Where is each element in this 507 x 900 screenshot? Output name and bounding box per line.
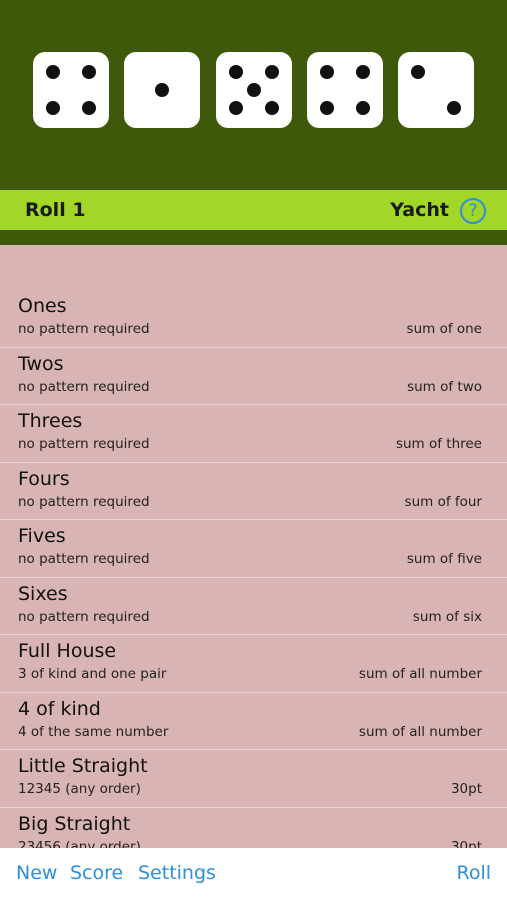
die-2[interactable]	[124, 52, 200, 128]
category-description: no pattern required	[18, 608, 150, 625]
category-name: Full House	[18, 640, 117, 662]
category-description: 23456 (any order)	[18, 838, 141, 849]
category-description: 3 of kind and one pair	[18, 666, 167, 682]
category-score-rule: 30pt	[450, 781, 482, 797]
die-pip	[319, 101, 334, 116]
score-row-fives[interactable]: Fives no pattern required sum of five	[0, 520, 507, 578]
die-pip	[82, 64, 97, 79]
category-description: no pattern required	[18, 378, 150, 395]
category-score-rule: sum of six	[412, 608, 482, 625]
settings-button[interactable]: Settings	[138, 862, 216, 884]
category-description: no pattern required	[18, 493, 150, 510]
score-category-list[interactable]: Ones no pattern required sum of one Twos no …	[0, 290, 507, 848]
die-pip	[265, 101, 280, 116]
category-name: 4 of kind	[18, 697, 101, 720]
score-row-fours[interactable]: Fours no pattern required sum of four	[0, 463, 507, 520]
score-row-threes[interactable]: Threes no pattern required sum of three	[0, 405, 507, 463]
score-row-ones[interactable]: Ones no pattern required sum of one	[0, 290, 507, 348]
die-pip	[356, 64, 371, 79]
die-3[interactable]	[216, 52, 292, 128]
category-name: Twos	[18, 352, 64, 375]
die-pip	[45, 101, 60, 116]
bottom-toolbar: New Score Settings Roll	[0, 848, 507, 900]
category-name: Fours	[18, 467, 70, 490]
category-score-rule: sum of one	[406, 321, 482, 337]
score-row-4-of-kind[interactable]: 4 of kind 4 of the same number sum of all …	[0, 693, 507, 750]
score-row-little-straight[interactable]: Little Straight 12345 (any order) 30pt	[0, 750, 507, 808]
score-row-big-straight[interactable]: Big Straight 23456 (any order) 30pt	[0, 808, 507, 849]
score-row-twos[interactable]: Twos no pattern required sum of two	[0, 348, 507, 405]
category-name: Threes	[18, 410, 83, 432]
category-name: Big Straight	[18, 812, 131, 835]
game-mode-label: Yacht	[390, 199, 449, 221]
die-pip	[265, 64, 280, 79]
category-description: 12345 (any order)	[18, 781, 141, 797]
roll-button[interactable]: Roll	[456, 862, 491, 884]
category-description: no pattern required	[18, 436, 150, 452]
die-pip	[356, 101, 371, 116]
die-5[interactable]	[398, 52, 474, 128]
score-button[interactable]: Score	[70, 862, 123, 884]
category-name: Fives	[18, 525, 66, 547]
category-score-rule: 30pt	[450, 838, 482, 849]
die-pip	[228, 101, 243, 116]
status-bar: Roll 1 Yacht ?	[0, 190, 507, 230]
category-score-rule: sum of all number	[358, 723, 482, 740]
category-score-rule: sum of all number	[358, 666, 482, 682]
category-name: Sixes	[18, 582, 68, 605]
category-name: Little Straight	[18, 755, 148, 777]
category-name: Ones	[18, 295, 67, 317]
category-score-rule: sum of two	[407, 378, 482, 395]
die-pip	[447, 101, 462, 116]
dice-area	[0, 0, 507, 190]
category-score-rule: sum of four	[404, 493, 482, 510]
die-pip	[228, 64, 243, 79]
category-score-rule: sum of five	[406, 551, 482, 567]
score-row-full-house[interactable]: Full House 3 of kind and one pair sum of a…	[0, 635, 507, 693]
die-4[interactable]	[307, 52, 383, 128]
die-pip	[155, 83, 169, 97]
divider-strip	[0, 230, 507, 245]
score-row-sixes[interactable]: Sixes no pattern required sum of six	[0, 578, 507, 635]
help-icon[interactable]: ?	[460, 198, 486, 224]
category-description: no pattern required	[18, 321, 150, 337]
die-1[interactable]	[33, 52, 109, 128]
category-description: 4 of the same number	[18, 723, 169, 740]
die-pip	[410, 64, 425, 79]
die-pip	[247, 83, 261, 97]
new-game-button[interactable]: New	[16, 862, 57, 884]
category-score-rule: sum of three	[395, 436, 482, 452]
die-pip	[82, 101, 97, 116]
die-pip	[319, 64, 334, 79]
roll-counter: Roll 1	[25, 199, 86, 221]
die-pip	[45, 64, 60, 79]
category-description: no pattern required	[18, 551, 150, 567]
